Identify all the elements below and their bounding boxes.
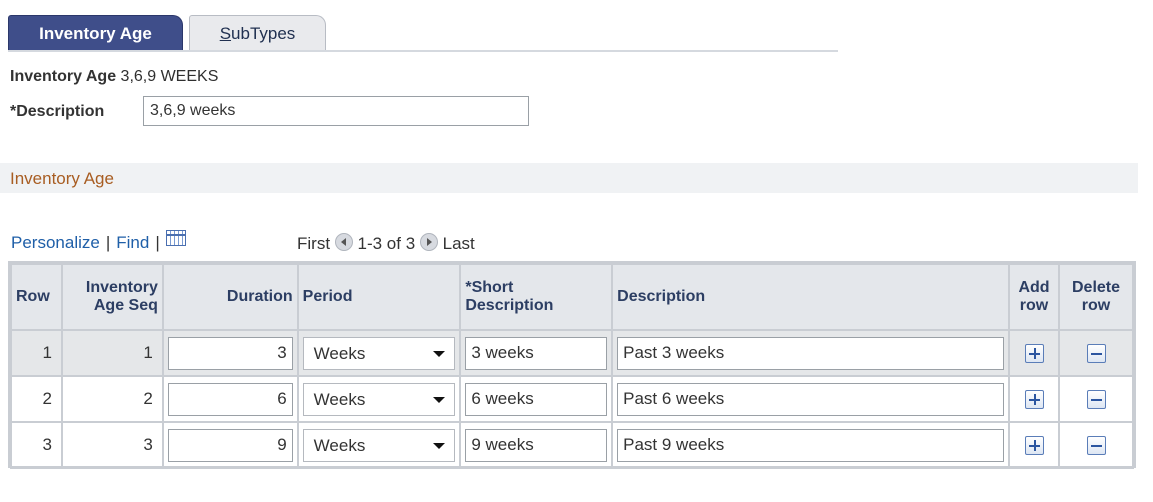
- duration-input[interactable]: [167, 382, 293, 416]
- inventory-age-grid: Row Inventory Age Seq Duration Period *Sh…: [8, 261, 1136, 469]
- cell-add: [1008, 329, 1060, 377]
- col-short-description: *Short Description: [459, 263, 614, 331]
- grid-view-icon[interactable]: [165, 230, 186, 246]
- table-row: 3 3 Weeks: [10, 421, 1134, 469]
- table-row: 2 2 Weeks: [10, 375, 1134, 423]
- cell-seq: 1: [60, 329, 164, 377]
- find-link[interactable]: Find: [116, 233, 149, 252]
- table-row: 1 1 Weeks: [10, 329, 1134, 377]
- section-header: Inventory Age: [0, 163, 1138, 193]
- row-range: 1-3 of 3: [357, 234, 416, 253]
- col-add-line2: row: [1019, 297, 1049, 314]
- cell-delete: [1058, 329, 1134, 377]
- period-value: Weeks: [313, 389, 366, 409]
- cell-add: [1008, 421, 1060, 469]
- cell-short-description: [459, 375, 614, 423]
- description-input[interactable]: [617, 336, 1005, 370]
- dropdown-caret-icon: [433, 396, 446, 403]
- cell-duration: [161, 329, 299, 377]
- cell-seq: 3: [60, 421, 164, 469]
- personalize-link[interactable]: Personalize: [11, 233, 100, 252]
- duration-input[interactable]: [167, 428, 293, 462]
- cell-duration: [161, 421, 299, 469]
- tab-underline: [8, 50, 838, 52]
- previous-arrow-icon[interactable]: [334, 233, 353, 251]
- first-label[interactable]: First: [297, 234, 330, 253]
- col-short-line2: Description: [465, 297, 554, 314]
- col-delete-row: Delete row: [1058, 263, 1134, 331]
- tab-bar: Inventory Age SubTypes: [8, 14, 838, 52]
- tab-subtypes[interactable]: SubTypes: [189, 15, 326, 50]
- col-seq-line1: Inventory: [85, 279, 158, 296]
- period-select[interactable]: Weeks: [302, 382, 456, 416]
- cell-description: [611, 375, 1011, 423]
- cell-period: Weeks: [296, 421, 462, 469]
- col-inventory-age-seq: Inventory Age Seq: [60, 263, 164, 331]
- add-row-icon[interactable]: [1024, 390, 1044, 409]
- cell-add: [1008, 375, 1060, 423]
- tab-subtypes-label: ubTypes: [231, 24, 296, 43]
- col-description: Description: [611, 263, 1011, 331]
- tab-subtypes-accesskey: S: [219, 24, 232, 43]
- pager: First 1-3 of 3 Last: [297, 233, 475, 254]
- cell-description: [611, 421, 1011, 469]
- cell-short-description: [459, 329, 614, 377]
- cell-row: 2: [10, 375, 63, 423]
- cell-row: 3: [10, 421, 63, 469]
- col-short-line1: *Short: [465, 279, 514, 296]
- cell-description: [611, 329, 1011, 377]
- cell-short-description: [459, 421, 614, 469]
- delete-row-icon[interactable]: [1086, 436, 1106, 455]
- inventory-age-label: Inventory Age: [10, 68, 117, 85]
- duration-input[interactable]: [167, 336, 293, 370]
- cell-delete: [1058, 375, 1134, 423]
- col-add-row: Add row: [1008, 263, 1060, 331]
- cell-delete: [1058, 421, 1134, 469]
- cell-period: Weeks: [296, 375, 462, 423]
- inventory-age-table: Row Inventory Age Seq Duration Period *Sh…: [10, 263, 1134, 469]
- cell-seq: 2: [60, 375, 164, 423]
- description-input[interactable]: [143, 96, 529, 126]
- col-delete-line1: Delete: [1071, 279, 1121, 296]
- short-description-input[interactable]: [465, 382, 608, 416]
- col-seq-line2: Age Seq: [93, 297, 158, 314]
- inventory-age-display: Inventory Age 3,6,9 WEEKS: [10, 68, 218, 86]
- inventory-age-value: 3,6,9 WEEKS: [120, 68, 219, 85]
- toolbar-separator: |: [105, 233, 111, 252]
- toolbar-separator: |: [155, 233, 160, 252]
- col-period: Period: [296, 263, 462, 331]
- description-label: *Description: [10, 103, 105, 120]
- delete-row-icon[interactable]: [1086, 344, 1106, 363]
- short-description-input[interactable]: [465, 428, 608, 462]
- grid-toolbar: Personalize | Find |: [11, 230, 186, 257]
- col-duration: Duration: [161, 263, 299, 331]
- period-select[interactable]: Weeks: [302, 336, 456, 370]
- col-add-line1: Add: [1018, 279, 1050, 296]
- section-title: Inventory Age: [10, 169, 114, 188]
- period-select[interactable]: Weeks: [302, 428, 456, 462]
- last-label[interactable]: Last: [443, 234, 475, 253]
- delete-row-icon[interactable]: [1086, 390, 1106, 409]
- description-input[interactable]: [617, 428, 1005, 462]
- short-description-input[interactable]: [465, 336, 608, 370]
- col-row: Row: [10, 263, 63, 331]
- next-arrow-icon[interactable]: [419, 233, 438, 251]
- add-row-icon[interactable]: [1024, 344, 1044, 363]
- period-value: Weeks: [313, 343, 366, 363]
- table-header-row: Row Inventory Age Seq Duration Period *Sh…: [10, 263, 1134, 331]
- cell-duration: [161, 375, 299, 423]
- dropdown-caret-icon: [433, 442, 446, 449]
- cell-row: 1: [10, 329, 63, 377]
- description-input[interactable]: [617, 382, 1005, 416]
- period-value: Weeks: [313, 435, 366, 455]
- col-delete-line2: row: [1081, 297, 1111, 314]
- cell-period: Weeks: [296, 329, 462, 377]
- add-row-icon[interactable]: [1024, 436, 1044, 455]
- dropdown-caret-icon: [433, 350, 446, 357]
- tab-inventory-age[interactable]: Inventory Age: [8, 15, 183, 50]
